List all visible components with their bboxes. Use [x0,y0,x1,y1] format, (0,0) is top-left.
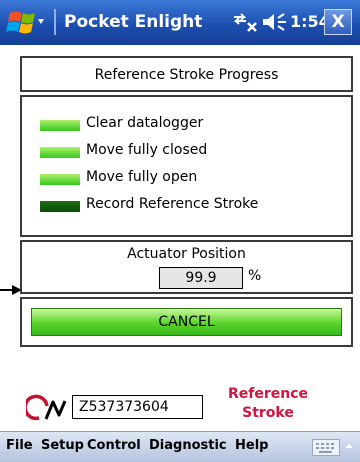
windows-flag-icon [6,11,44,34]
title-bar: Pocket Enlight 1:54 X [0,0,360,45]
mode-line-2: Stroke [242,405,294,421]
menu-file[interactable]: File [6,438,33,453]
menu-setup[interactable]: Setup [41,438,84,453]
step-label: Move fully closed [86,142,208,158]
step-status-bar [40,174,80,185]
close-button[interactable]: X [324,9,352,35]
volume-icon[interactable] [262,12,288,32]
chevron-up-icon[interactable] [344,441,354,451]
serial-number-field[interactable]: Z537373604 [72,395,203,419]
actuator-position-unit: % [248,268,262,284]
step-label: Move fully open [86,169,198,185]
menu-diagnostic[interactable]: Diagnostic [149,438,227,453]
actuator-position-title: Actuator Position [127,246,246,262]
actuator-position-value: 99.9 [159,267,243,289]
keyboard-keys-icon [316,443,334,453]
actuator-position-panel: Actuator Position 99.9 % [20,240,353,294]
windows-start-button[interactable] [4,5,46,41]
step-status-bar [40,201,80,212]
app-title: Pocket Enlight [64,12,203,32]
step-status-bar [40,120,80,131]
mode-line-1: Reference [227,386,309,402]
menu-control[interactable]: Control [87,438,141,453]
step-status-bar [40,147,80,158]
keyboard-icon[interactable] [312,439,340,456]
steps-panel: Clear datalogger Move fully closed Move … [20,95,353,237]
brand-logo-icon [26,394,67,421]
cancel-button[interactable]: CANCEL [31,308,342,336]
title-separator [54,9,56,35]
cancel-panel: CANCEL [20,297,353,347]
mode-indicator: Reference Stroke [210,385,326,423]
progress-header-panel: Reference Stroke Progress [20,56,353,92]
menu-bar: File Setup Control Diagnostic Help [0,431,360,462]
connectivity-icon[interactable] [232,11,260,33]
progress-header-title: Reference Stroke Progress [94,67,279,83]
step-label: Clear datalogger [86,115,204,131]
step-label: Record Reference Stroke [86,196,259,212]
menu-help[interactable]: Help [235,438,268,453]
pointer-arrow-icon [0,285,22,295]
